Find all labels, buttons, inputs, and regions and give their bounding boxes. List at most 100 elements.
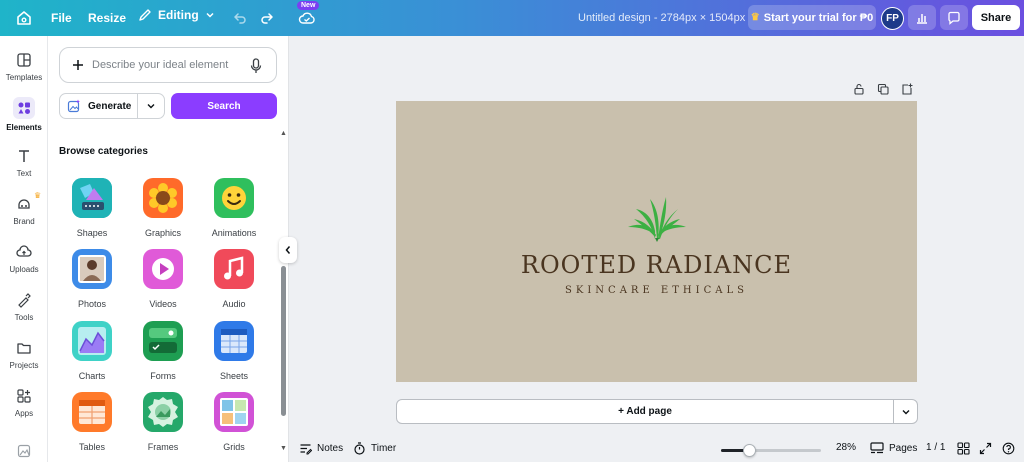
leaf-logo-icon[interactable] [622,187,692,245]
rail-item-projects[interactable]: Projects [0,339,48,370]
notes-label: Notes [317,443,344,454]
category-animations[interactable]: Animations [202,178,266,238]
rail-item-text[interactable]: Text [0,147,48,178]
category-videos[interactable]: Videos [131,249,195,309]
rail-item-elements[interactable]: Elements [0,97,48,132]
sunflower-icon [143,178,183,218]
scroll-up-arrow[interactable]: ▲ [280,130,287,137]
category-label: Videos [149,299,177,309]
generate-options-dropdown[interactable] [138,94,164,118]
page-count[interactable]: 1 / 1 [926,442,945,453]
browse-categories-title: Browse categories [59,146,148,157]
plus-icon[interactable] [71,58,85,72]
notes-button[interactable]: Notes [299,442,343,455]
category-label: Frames [147,442,179,452]
rail-item-templates[interactable]: Templates [0,51,48,82]
design-canvas[interactable]: ROOTED RADIANCE SKINCARE ETHICALS [396,101,917,382]
zoom-slider[interactable] [721,444,821,457]
help-button[interactable] [1002,442,1015,455]
rail-item-tools[interactable]: Tools [0,291,48,322]
rail-item-uploads[interactable]: Uploads [0,243,48,274]
elements-icon [13,97,35,119]
generate-split-button: Generate [59,93,165,119]
category-shapes[interactable]: Shapes [60,178,124,238]
timer-button[interactable]: Timer [353,442,396,455]
category-label: Photos [77,299,107,309]
home-icon[interactable] [15,9,33,27]
zoom-slider-handle[interactable] [743,444,756,457]
editing-mode-dropdown[interactable]: Editing [138,8,215,22]
rail-label: Text [16,169,32,178]
uploads-icon [15,243,33,261]
zoom-level[interactable]: 28% [836,442,856,453]
panel-scrollbar[interactable] [281,266,286,416]
cloud-saved-icon[interactable] [298,10,316,26]
undo-icon[interactable] [232,10,248,26]
collapse-panel-button[interactable] [279,237,297,263]
category-grids[interactable]: Grids [202,392,266,452]
category-charts[interactable]: Charts [60,321,124,381]
design-title[interactable]: Untitled design - 2784px × 1504px [578,12,745,24]
category-label: Graphics [144,228,181,238]
category-tables[interactable]: Tables [60,392,124,452]
line-chart-icon [72,321,112,361]
frame-icon [143,392,183,432]
avatar[interactable]: FP [881,7,904,30]
category-frames[interactable]: Frames [131,392,195,452]
category-label: Animations [211,228,257,238]
page-tools [853,83,913,95]
microphone-icon[interactable] [250,58,262,74]
redo-icon[interactable] [259,10,275,26]
add-page-icon[interactable] [901,83,913,95]
generate-label: Generate [88,100,132,112]
file-menu[interactable]: File [51,11,72,25]
brand-tagline-text[interactable]: SKINCARE ETHICALS [396,285,917,296]
category-photos[interactable]: Photos [60,249,124,309]
rail-label: Elements [6,123,42,132]
pages-icon [870,442,884,454]
magic-image-icon [67,99,81,113]
tools-icon [15,291,33,309]
rail-item-more[interactable] [0,442,48,460]
category-label: Grids [223,442,245,452]
duplicate-icon[interactable] [877,83,889,95]
chevron-left-icon [284,245,292,255]
brand-icon [15,195,33,213]
rail-item-apps[interactable]: Apps [0,387,48,418]
category-label: Audio [222,299,246,309]
lock-icon[interactable] [853,83,865,95]
grid-icon [214,392,254,432]
play-icon [143,249,183,289]
start-trial-button[interactable]: ♛ Start your trial for ₱0 [748,5,876,30]
add-page-options-button[interactable] [894,399,918,424]
rail-item-brand[interactable]: ♛ Brand [0,191,48,226]
category-sheets[interactable]: Sheets [202,321,266,381]
scroll-down-arrow[interactable]: ▼ [280,445,287,452]
pages-button[interactable]: Pages [870,442,917,454]
element-search-box[interactable] [59,47,277,83]
share-button[interactable]: Share [972,5,1020,30]
comments-button[interactable] [940,5,968,30]
help-icon [1002,442,1015,455]
category-graphics[interactable]: Graphics [131,178,195,238]
brand-name-text[interactable]: ROOTED RADIANCE [396,251,917,279]
grid-view-button[interactable] [957,442,970,455]
apps-icon [15,387,33,405]
element-search-input[interactable] [92,59,242,71]
search-button[interactable]: Search [171,93,277,119]
category-forms[interactable]: Forms [131,321,195,381]
rail-label: Tools [14,313,34,322]
add-page-button[interactable]: + Add page [396,399,894,424]
shapes-icon [72,178,112,218]
generate-button[interactable]: Generate [60,94,138,118]
text-icon [15,147,33,165]
new-badge: New [297,1,320,10]
fullscreen-button[interactable] [979,442,992,455]
pages-label: Pages [889,442,918,454]
resize-menu[interactable]: Resize [88,11,126,25]
category-audio[interactable]: Audio [202,249,266,309]
insights-button[interactable] [908,5,936,30]
templates-icon [15,51,33,69]
grid-view-icon [957,442,970,455]
crown-icon: ♛ [750,12,760,23]
